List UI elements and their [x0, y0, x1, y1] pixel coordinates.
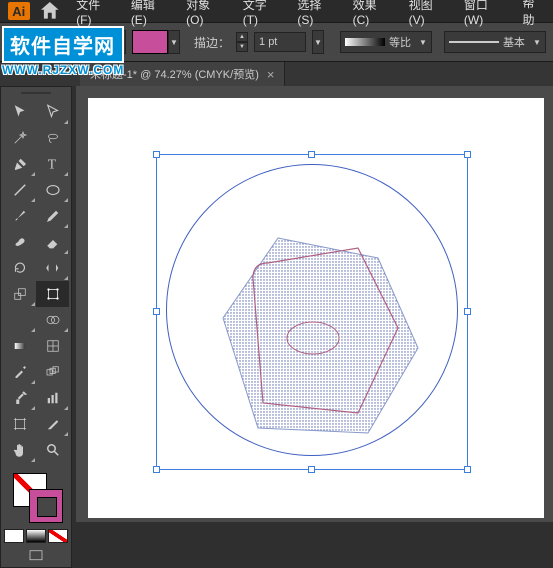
- scale-tool[interactable]: [3, 281, 36, 307]
- blob-brush-tool[interactable]: [3, 229, 36, 255]
- draw-none-icon[interactable]: [48, 529, 68, 543]
- brush-combo[interactable]: 基本▼: [444, 31, 546, 53]
- menu-help[interactable]: 帮助: [515, 0, 553, 31]
- slice-tool[interactable]: [36, 411, 69, 437]
- app-logo-icon: Ai: [8, 2, 30, 20]
- profile-combo[interactable]: 等比▼: [340, 31, 432, 53]
- hand-tool[interactable]: [3, 437, 36, 463]
- menu-object[interactable]: 对象(O): [179, 0, 234, 30]
- stroke-spinner[interactable]: ▲▼: [236, 32, 248, 52]
- eraser-tool[interactable]: [36, 229, 69, 255]
- watermark-url: WWW.RJZXW.COM: [2, 63, 124, 77]
- paintbrush-tool[interactable]: [3, 203, 36, 229]
- line-tool[interactable]: [3, 177, 36, 203]
- svg-text:T: T: [47, 157, 56, 172]
- width-tool[interactable]: [3, 307, 36, 333]
- selection-tool[interactable]: [3, 99, 36, 125]
- home-icon[interactable]: [38, 2, 62, 20]
- pen-tool[interactable]: [3, 151, 36, 177]
- magic-wand-tool[interactable]: [3, 125, 36, 151]
- shape-builder-tool[interactable]: [36, 307, 69, 333]
- menu-window[interactable]: 窗口(W): [457, 0, 514, 30]
- stroke-weight-field[interactable]: 1 pt: [254, 32, 306, 52]
- direct-selection-tool[interactable]: [36, 99, 69, 125]
- pencil-tool[interactable]: [36, 203, 69, 229]
- ellipse-tool[interactable]: [36, 177, 69, 203]
- fill-stroke-block[interactable]: [3, 469, 69, 527]
- selection-bounding-box[interactable]: [156, 154, 468, 470]
- handle-bot-left[interactable]: [153, 466, 160, 473]
- close-tab-icon[interactable]: ×: [267, 67, 275, 82]
- stroke-weight-dropdown[interactable]: ▼: [312, 30, 324, 54]
- gradient-tool[interactable]: [3, 333, 36, 359]
- menu-view[interactable]: 视图(V): [402, 0, 455, 30]
- handle-bot-mid[interactable]: [308, 466, 315, 473]
- stroke-swatch[interactable]: [132, 30, 168, 54]
- canvas-area[interactable]: [76, 86, 553, 522]
- toolbox: T: [0, 86, 72, 568]
- menu-effect[interactable]: 效果(C): [346, 0, 400, 30]
- stroke-dropdown[interactable]: ▼: [168, 30, 180, 54]
- screen-mode-icon[interactable]: [25, 547, 47, 565]
- panel-gripper[interactable]: [3, 89, 69, 97]
- rotate-tool[interactable]: [3, 255, 36, 281]
- mesh-tool[interactable]: [36, 333, 69, 359]
- watermark-title: 软件自学网: [2, 26, 124, 63]
- free-transform-tool[interactable]: [36, 281, 69, 307]
- artboard-tool[interactable]: [3, 411, 36, 437]
- draw-normal-icon[interactable]: [4, 529, 24, 543]
- menu-type[interactable]: 文字(T): [236, 0, 289, 30]
- graph-tool[interactable]: [36, 385, 69, 411]
- watermark: 软件自学网 WWW.RJZXW.COM: [2, 26, 124, 77]
- artboard[interactable]: [88, 98, 544, 518]
- handle-mid-right[interactable]: [464, 308, 471, 315]
- handle-top-mid[interactable]: [308, 151, 315, 158]
- eyedropper-tool[interactable]: [3, 359, 36, 385]
- menu-edit[interactable]: 编辑(E): [124, 0, 177, 30]
- type-tool[interactable]: T: [36, 151, 69, 177]
- blend-tool[interactable]: [36, 359, 69, 385]
- stroke-label: 描边：: [194, 34, 230, 51]
- stroke-color-icon[interactable]: [29, 489, 63, 523]
- handle-top-right[interactable]: [464, 151, 471, 158]
- reflect-tool[interactable]: [36, 255, 69, 281]
- menu-bar: Ai 文件(F) 编辑(E) 对象(O) 文字(T) 选择(S) 效果(C) 视…: [0, 0, 553, 22]
- handle-mid-left[interactable]: [153, 308, 160, 315]
- lasso-tool[interactable]: [36, 125, 69, 151]
- menu-select[interactable]: 选择(S): [290, 0, 343, 30]
- symbol-sprayer-tool[interactable]: [3, 385, 36, 411]
- handle-bot-right[interactable]: [464, 466, 471, 473]
- handle-top-left[interactable]: [153, 151, 160, 158]
- zoom-tool[interactable]: [36, 437, 69, 463]
- draw-gradient-icon[interactable]: [26, 529, 46, 543]
